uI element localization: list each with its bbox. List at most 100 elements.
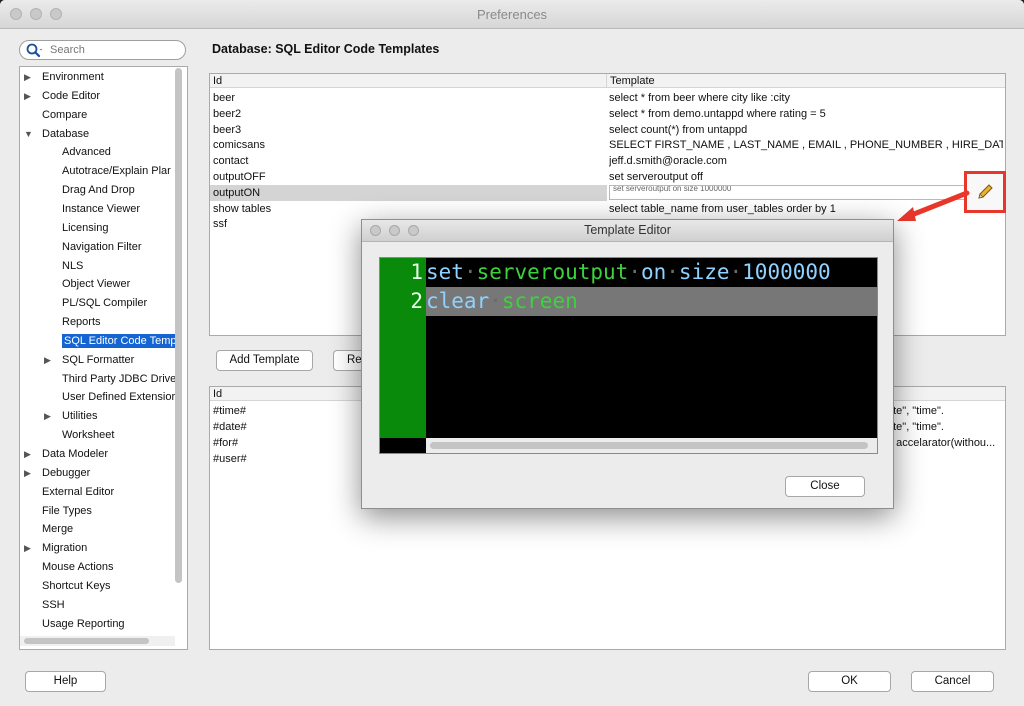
title-bar: Preferences [0,0,1024,29]
tree-item[interactable]: ▶ Environment [24,68,104,86]
variable-id-cell[interactable]: #time# [213,403,353,419]
whitespace-marker: · [628,260,641,284]
code-text: set·serveroutput·on·size·1000000 [426,258,831,287]
variable-description-cell[interactable]: ate", "time". [887,403,1003,419]
tree-item[interactable]: External Editor [24,483,114,501]
cancel-button[interactable]: Cancel [911,671,994,692]
tree-item[interactable]: Drag And Drop [44,181,135,199]
tree-item[interactable]: Third Party JDBC Driver [44,370,180,388]
template-id-cell[interactable]: comicsans [213,137,603,153]
tree-item[interactable]: User Defined Extensior [44,388,175,406]
tree-item[interactable]: ▶ Code Editor [24,87,100,105]
template-id-cell[interactable]: outputON [213,185,603,201]
whitespace-marker: · [489,289,502,313]
preferences-window: Preferences ▶ Environment ▶ Code Editor Comp… [0,0,1024,706]
variable-description-cell[interactable]: ate", "time". [887,419,1003,435]
template-id-cell[interactable]: show tables [213,201,603,217]
tree-item-label: Compare [42,108,88,121]
template-text-cell[interactable]: select * from demo.untappd where rating … [609,106,1003,122]
tree-item[interactable]: ▶ Utilities [44,407,97,425]
ok-button[interactable]: OK [808,671,891,692]
tree-item[interactable]: Autotrace/Explain Plar [44,162,171,180]
tree-item-label: Advanced [62,146,111,159]
code-editor[interactable]: 1 set·serveroutput·on·size·1000000 2 clear·… [379,257,878,454]
disclosure-collapsed-icon[interactable]: ▶ [24,464,34,482]
template-id-cell[interactable]: beer2 [213,106,603,122]
tree-item[interactable]: File Types [24,502,92,520]
tree-item[interactable]: Instance Viewer [44,200,140,218]
tree-item[interactable]: Reports [44,313,101,331]
template-text-cell[interactable]: jeff.d.smith@oracle.com [609,153,1003,169]
tree-item-label: Autotrace/Explain Plar [62,165,171,178]
tree-item-label: Database [42,127,90,140]
tree-item-label: Drag And Drop [62,184,135,197]
column-header-id[interactable]: Id [210,74,607,88]
tree-item[interactable]: Shortcut Keys [24,577,110,595]
template-text-cell[interactable]: set serveroutput off [609,169,1003,185]
variable-id-cell[interactable]: #date# [213,419,353,435]
tree-item[interactable]: Worksheet [44,426,114,444]
tree-item-label: Shortcut Keys [42,579,111,592]
tree-item-label: Utilities [62,410,98,423]
tree-item[interactable]: ▶ Data Modeler [24,445,108,463]
code-line[interactable]: 2 clear·screen [380,287,877,316]
line-number: 1 [410,260,423,284]
disclosure-collapsed-icon[interactable]: ▶ [24,445,34,463]
disclosure-collapsed-icon[interactable]: ▶ [24,87,34,105]
tree-item[interactable]: ▼ Database [24,125,89,143]
column-header-template[interactable]: Template [607,74,1005,88]
tree-item[interactable]: SQL Editor Code Templ [44,332,181,350]
tree-item[interactable]: Usage Reporting [24,615,125,633]
code-line[interactable]: 1 set·serveroutput·on·size·1000000 [380,258,877,287]
template-text-cell[interactable]: select * from beer where city like :city [609,90,1003,106]
tree-item[interactable]: Advanced [44,143,111,161]
tree-item-label: Mouse Actions [42,561,114,574]
disclosure-collapsed-icon[interactable]: ▶ [24,539,34,557]
edit-template-button[interactable] [964,171,1006,213]
tree-item[interactable]: Navigation Filter [44,238,141,256]
page-title: Database: SQL Editor Code Templates [212,42,440,56]
template-id-cell[interactable]: beer3 [213,122,603,138]
tree-item[interactable]: ▶ SQL Formatter [44,351,134,369]
disclosure-collapsed-icon[interactable]: ▶ [44,407,54,425]
disclosure-collapsed-icon[interactable]: ▶ [24,68,34,86]
disclosure-collapsed-icon[interactable]: ▶ [44,351,54,369]
editor-horizontal-scrollbar-track [426,438,877,453]
close-button[interactable]: Close [785,476,865,497]
tree-item[interactable]: Licensing [44,219,108,237]
tree-item[interactable]: PL/SQL Compiler [44,294,147,312]
tree-item[interactable]: Object Viewer [44,275,130,293]
tree-item-label: Migration [42,542,88,555]
template-text-cell[interactable]: select count(*) from untappd [609,122,1003,138]
tree-vertical-scrollbar[interactable] [175,68,182,583]
help-button[interactable]: Help [25,671,106,692]
tree-item-label: External Editor [42,485,115,498]
tree-item[interactable]: ▶ Migration [24,539,87,557]
variable-description-cell[interactable] [887,451,1003,467]
template-text-cell[interactable]: SELECT FIRST_NAME , LAST_NAME , EMAIL , … [609,137,1003,153]
tree-horizontal-scrollbar[interactable] [24,638,149,644]
template-id-cell[interactable]: beer [213,90,603,106]
editor-horizontal-scrollbar[interactable] [430,442,868,449]
tree-item[interactable]: SSH [24,596,65,614]
tree-item-label: Worksheet [62,429,115,442]
disclosure-expanded-icon[interactable]: ▼ [24,125,34,143]
template-id-cell[interactable]: contact [213,153,603,169]
window-title: Preferences [476,7,548,22]
variable-id-cell[interactable]: #user# [213,451,353,467]
search-box[interactable] [19,40,186,60]
template-id-cell[interactable]: outputOFF [213,169,603,185]
dialog-title-bar: Template Editor [362,220,893,242]
tree-item[interactable]: Mouse Actions [24,558,114,576]
search-input[interactable] [50,43,175,57]
tree-item-label: File Types [42,504,92,517]
variable-description-cell[interactable]: e accelarator(withou... [887,435,1003,451]
code-token: size [678,260,730,284]
tree-item[interactable]: Compare [24,106,87,124]
tree-item[interactable]: ▶ Debugger [24,464,90,482]
tree-item[interactable]: NLS [44,257,83,275]
add-template-button[interactable]: Add Template [216,350,313,371]
tree-item[interactable]: Merge [24,520,73,538]
annotation-arrow [897,190,970,221]
variable-id-cell[interactable]: #for# [213,435,353,451]
